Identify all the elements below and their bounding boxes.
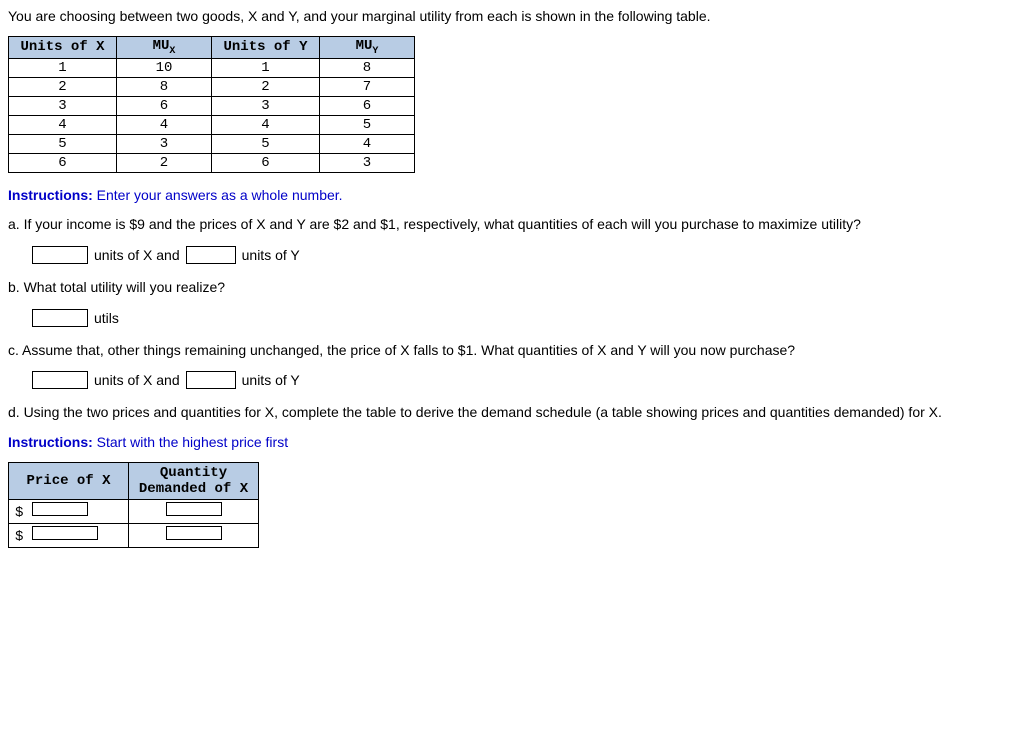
header-units-x: Units of X (9, 37, 117, 59)
label-units-x-and: units of X and (94, 247, 180, 263)
answer-a: units of X and units of Y (32, 246, 1016, 264)
table-row: 4445 (9, 115, 415, 134)
table-row: 5354 (9, 134, 415, 153)
demand-schedule-table: Price of X Quantity Demanded of X $ $ (8, 462, 259, 548)
dollar-sign: $ (15, 505, 23, 521)
intro-text: You are choosing between two goods, X an… (8, 8, 1016, 24)
input-a-units-y[interactable] (186, 246, 236, 264)
label-units-y: units of Y (242, 247, 300, 263)
label-units-x-and-c: units of X and (94, 372, 180, 388)
input-c-units-x[interactable] (32, 371, 88, 389)
table-row: 11018 (9, 58, 415, 77)
demand-row: $ (9, 524, 259, 548)
question-c: c. Assume that, other things remaining u… (8, 341, 1016, 360)
question-b: b. What total utility will you realize? (8, 278, 1016, 297)
header-qty-demanded: Quantity Demanded of X (129, 463, 259, 500)
header-price-x: Price of X (9, 463, 129, 500)
table-row: 3636 (9, 96, 415, 115)
question-a: a. If your income is $9 and the prices o… (8, 215, 1016, 234)
marginal-utility-table: Units of X MUX Units of Y MUY 11018 2827… (8, 36, 415, 173)
header-units-y: Units of Y (212, 37, 320, 59)
input-price-1[interactable] (32, 502, 88, 516)
input-qty-1[interactable] (166, 502, 222, 516)
instructions-2: Instructions: Start with the highest pri… (8, 434, 1016, 450)
label-units-y-c: units of Y (242, 372, 300, 388)
table-row: 2827 (9, 77, 415, 96)
table-row: 6263 (9, 153, 415, 172)
dollar-sign: $ (15, 529, 23, 545)
answer-c: units of X and units of Y (32, 371, 1016, 389)
instructions-1: Instructions: Enter your answers as a wh… (8, 187, 1016, 203)
demand-row: $ (9, 500, 259, 524)
question-d: d. Using the two prices and quantities f… (8, 403, 1016, 422)
header-muy: MUY (320, 37, 415, 59)
input-b-utils[interactable] (32, 309, 88, 327)
label-utils: utils (94, 310, 119, 326)
mu-table-body: 11018 2827 3636 4445 5354 6263 (9, 58, 415, 172)
input-price-2[interactable] (32, 526, 98, 540)
answer-b: utils (32, 309, 1016, 327)
input-a-units-x[interactable] (32, 246, 88, 264)
input-c-units-y[interactable] (186, 371, 236, 389)
input-qty-2[interactable] (166, 526, 222, 540)
header-mux: MUX (117, 37, 212, 59)
